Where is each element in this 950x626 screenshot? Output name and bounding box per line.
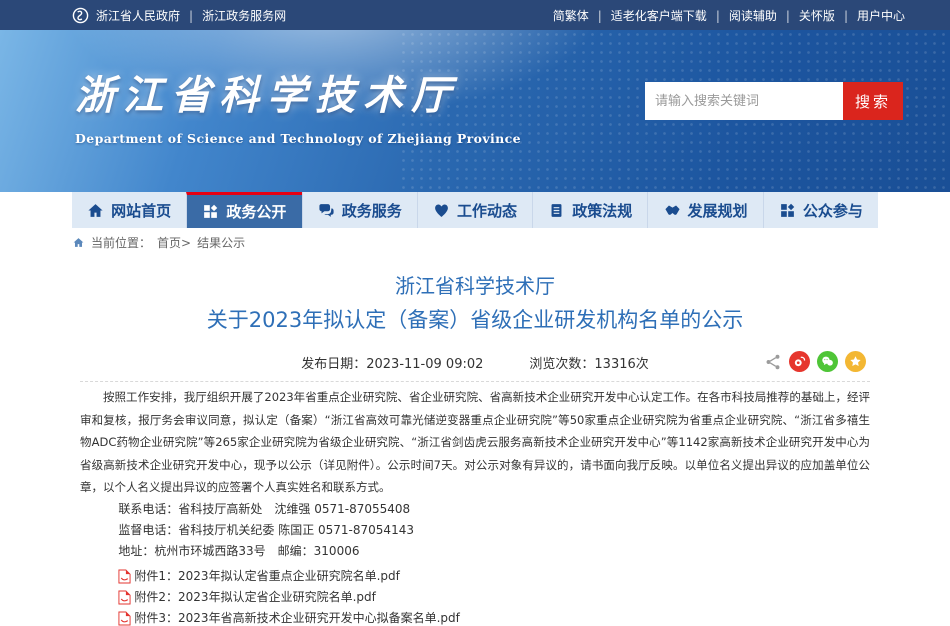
heart-icon bbox=[433, 202, 450, 219]
chat-icon bbox=[318, 202, 335, 219]
view-count: 浏览次数：13316次 bbox=[529, 353, 648, 372]
attachment-link-2[interactable]: 附件2：2023年拟认定省企业研究院名单.pdf bbox=[118, 587, 870, 608]
article-body: 按照工作安排，我厅组织开展了2023年省重点企业研究院、省企业研究院、省高新技术… bbox=[80, 386, 870, 499]
attachment-list: 附件1：2023年拟认定省重点企业研究院名单.pdf 附件2：2023年拟认定省… bbox=[80, 566, 870, 626]
top-utility-bar: 浙江省人民政府 浙江政务服务网 简繁体 适老化客户端下载 阅读辅助 关怀版 用户… bbox=[0, 0, 950, 30]
gov-logo-icon bbox=[72, 7, 89, 24]
nav-item-label: 工作动态 bbox=[457, 200, 517, 221]
search-button[interactable]: 搜索 bbox=[843, 82, 903, 120]
attachment-label: 附件1：2023年拟认定省重点企业研究院名单.pdf bbox=[134, 566, 399, 587]
breadcrumb-current: 结果公示 bbox=[197, 234, 245, 251]
pdf-icon bbox=[118, 590, 131, 605]
supervision-phone: 监督电话：省科技厅机关纪委 陈国正 0571-87054143 bbox=[118, 520, 870, 541]
pdf-icon bbox=[118, 569, 131, 584]
contact-block: 联系电话：省科技厅高新处 沈维强 0571-87055408 监督电话：省科技厅… bbox=[80, 499, 870, 562]
wechat-share-icon[interactable] bbox=[817, 351, 838, 372]
article-meta: 发布日期：2023-11-09 09:02 浏览次数：13316次 bbox=[80, 351, 870, 373]
qzone-share-icon[interactable] bbox=[845, 351, 866, 372]
nav-item-development-plans[interactable]: 发展规划 bbox=[647, 192, 762, 228]
link-zhejiang-gov[interactable]: 浙江省人民政府 bbox=[96, 7, 180, 24]
attachment-label: 附件2：2023年拟认定省企业研究院名单.pdf bbox=[134, 587, 375, 608]
nav-item-work-updates[interactable]: 工作动态 bbox=[417, 192, 532, 228]
nav-item-gov-services[interactable]: 政务服务 bbox=[302, 192, 417, 228]
link-elderly-client-download[interactable]: 适老化客户端下载 bbox=[589, 7, 707, 24]
nav-item-policies[interactable]: 政策法规 bbox=[532, 192, 647, 228]
blocks-icon bbox=[779, 202, 796, 219]
main-nav: 网站首页 政务公开 政务服务 工作动态 政策法规 发展规划 公众参与 bbox=[72, 192, 878, 228]
blocks-icon bbox=[202, 203, 219, 220]
link-reading-assist[interactable]: 阅读辅助 bbox=[707, 7, 777, 24]
site-logo: 浙江省科学技术厅 Department of Science and Techn… bbox=[75, 63, 521, 146]
nav-item-label: 政务服务 bbox=[342, 200, 402, 221]
link-user-center[interactable]: 用户中心 bbox=[835, 7, 905, 24]
topbar-right-links: 简繁体 适老化客户端下载 阅读辅助 关怀版 用户中心 bbox=[553, 7, 905, 24]
breadcrumb: 当前位置： 首页> 结果公示 bbox=[72, 228, 878, 254]
nav-item-label: 网站首页 bbox=[111, 200, 171, 221]
search-bar: 搜索 bbox=[645, 82, 903, 120]
topbar-left-links: 浙江省人民政府 浙江政务服务网 bbox=[72, 7, 286, 24]
link-zhejiang-service[interactable]: 浙江政务服务网 bbox=[180, 7, 286, 24]
link-care-version[interactable]: 关怀版 bbox=[777, 7, 835, 24]
link-simplified-traditional[interactable]: 简繁体 bbox=[553, 7, 589, 24]
attachment-link-1[interactable]: 附件1：2023年拟认定省重点企业研究院名单.pdf bbox=[118, 566, 870, 587]
contact-phone: 联系电话：省科技厅高新处 沈维强 0571-87055408 bbox=[118, 499, 870, 520]
nav-item-label: 政策法规 bbox=[572, 200, 632, 221]
attachment-link-3[interactable]: 附件3：2023年省高新技术企业研究开发中心拟备案名单.pdf bbox=[118, 608, 870, 626]
search-input[interactable] bbox=[645, 82, 843, 120]
attachment-label: 附件3：2023年省高新技术企业研究开发中心拟备案名单.pdf bbox=[134, 608, 459, 626]
breadcrumb-label: 当前位置： bbox=[91, 234, 151, 251]
article: 浙江省科学技术厅 关于2023年拟认定（备案）省级企业研发机构名单的公示 发布日… bbox=[72, 274, 878, 626]
site-title-en: Department of Science and Technology of … bbox=[75, 131, 521, 146]
nav-item-label: 发展规划 bbox=[688, 200, 748, 221]
nav-item-home[interactable]: 网站首页 bbox=[72, 192, 186, 228]
weibo-share-icon[interactable] bbox=[789, 351, 810, 372]
header-banner: 浙江省科学技术厅 Department of Science and Techn… bbox=[0, 30, 950, 192]
share-buttons bbox=[764, 351, 866, 372]
share-icon[interactable] bbox=[764, 353, 782, 371]
nav-item-label: 公众参与 bbox=[803, 200, 863, 221]
nav-item-gov-disclosure[interactable]: 政务公开 bbox=[186, 192, 301, 228]
pdf-icon bbox=[118, 611, 131, 626]
site-title-cn: 浙江省科学技术厅 bbox=[75, 63, 521, 121]
document-icon bbox=[548, 202, 565, 219]
publish-date: 发布日期：2023-11-09 09:02 bbox=[301, 353, 483, 372]
handshake-icon bbox=[664, 202, 681, 219]
address-line: 地址：杭州市环城西路33号 邮编：310006 bbox=[118, 541, 870, 562]
home-icon bbox=[87, 202, 104, 219]
article-title-line2: 关于2023年拟认定（备案）省级企业研发机构名单的公示 bbox=[80, 308, 870, 333]
nav-item-label: 政务公开 bbox=[226, 201, 286, 222]
breadcrumb-home-icon bbox=[72, 236, 85, 249]
article-title-line1: 浙江省科学技术厅 bbox=[80, 274, 870, 298]
meta-divider bbox=[80, 381, 870, 382]
breadcrumb-home[interactable]: 首页> bbox=[157, 234, 191, 251]
nav-item-public-participation[interactable]: 公众参与 bbox=[763, 192, 878, 228]
